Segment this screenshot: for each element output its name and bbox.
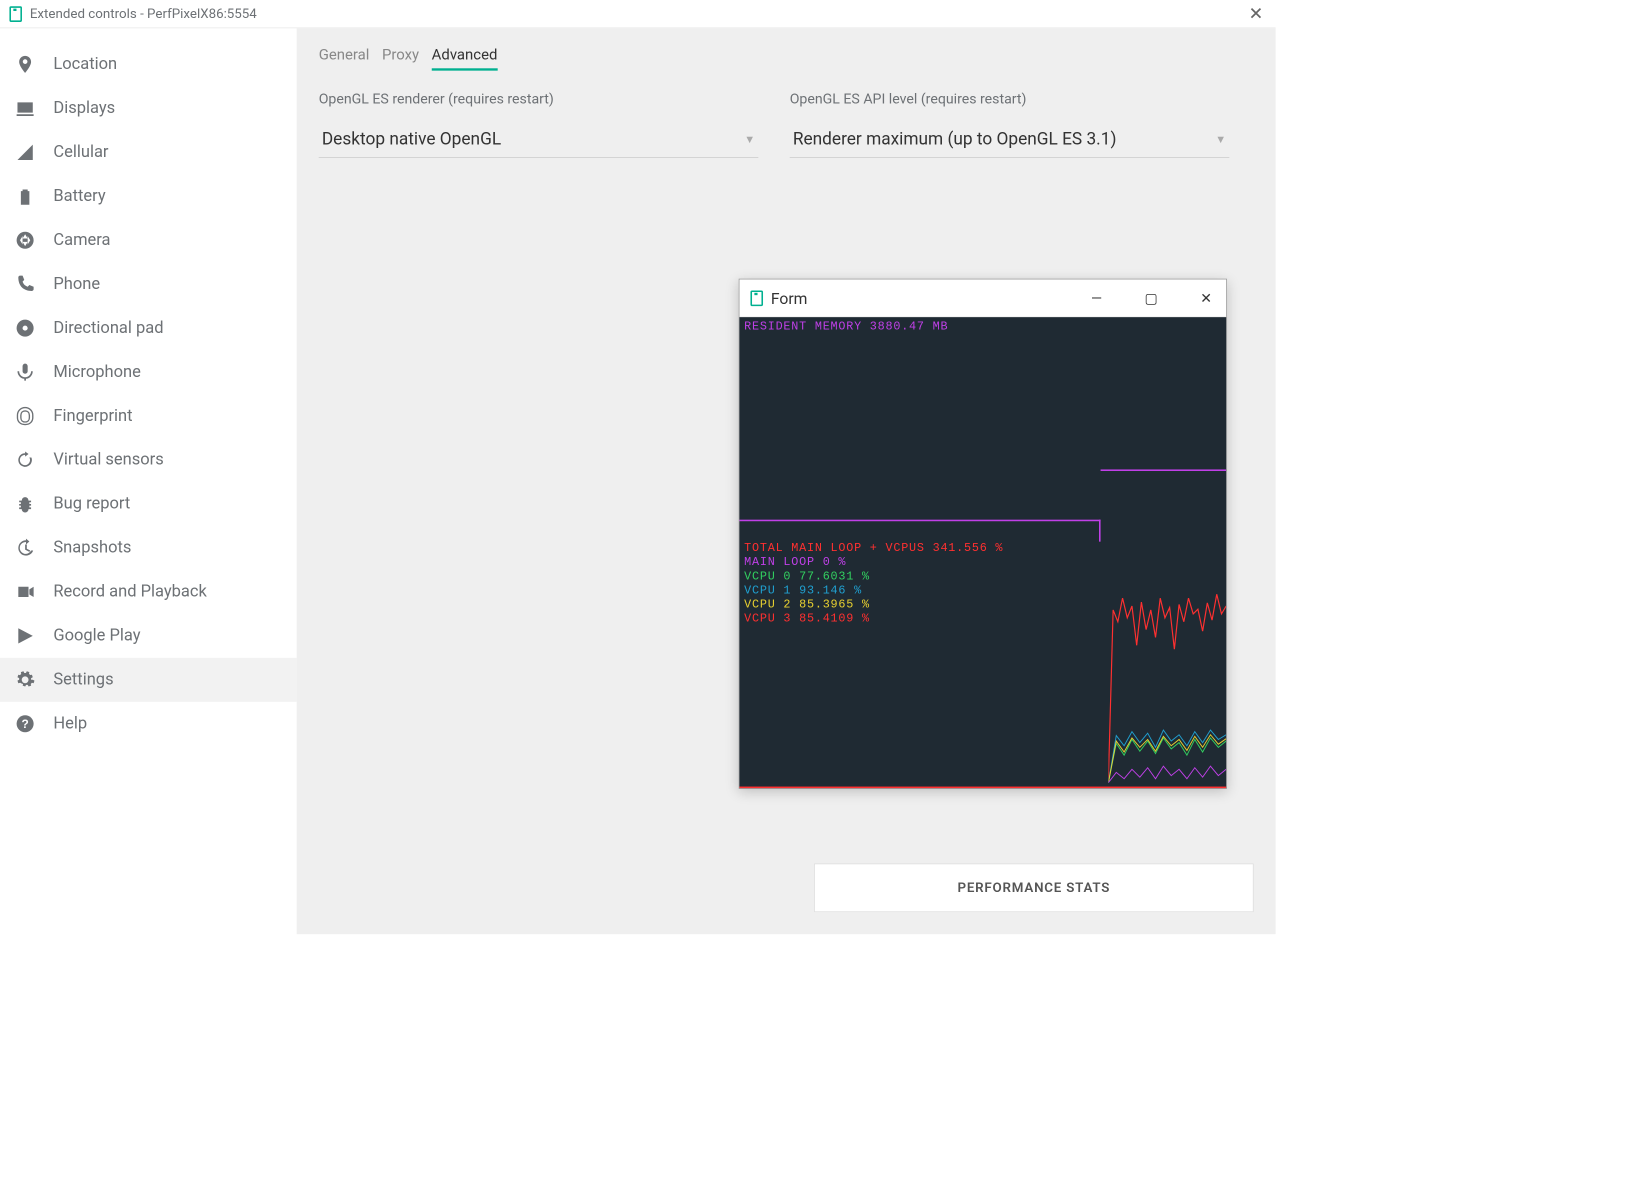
sidebar-item-label: Google Play [53, 626, 140, 645]
sidebar-item-label: Location [53, 55, 117, 74]
video-icon [14, 581, 36, 603]
perf-form-window[interactable]: Form — ▢ ✕ RESIDENT MEMORY 3880.47 MB TO… [739, 279, 1227, 789]
chevron-down-icon: ▼ [1215, 133, 1226, 146]
cpu-vcpu2: VCPU 2 85.3965 % [744, 598, 1003, 612]
cpu-total: TOTAL MAIN LOOP + VCPUS 341.556 % [744, 542, 1003, 556]
sidebar-item-label: Directional pad [53, 319, 163, 338]
sidebar-item-label: Virtual sensors [53, 451, 163, 470]
sidebar-item-phone[interactable]: Phone [0, 262, 297, 306]
maximize-icon[interactable]: ▢ [1137, 287, 1166, 310]
perf-button-label: PERFORMANCE STATS [958, 880, 1111, 896]
sidebar-item-label: Camera [53, 231, 110, 250]
memory-plot-line [739, 520, 1100, 542]
sidebar-item-label: Snapshots [53, 539, 131, 558]
sidebar-item-label: Displays [53, 99, 115, 118]
api-level-value: Renderer maximum (up to OpenGL ES 3.1) [793, 130, 1117, 150]
form-titlebar[interactable]: Form — ▢ ✕ [739, 279, 1226, 317]
renderer-setting: OpenGL ES renderer (requires restart) De… [319, 91, 759, 158]
cpu-readouts: TOTAL MAIN LOOP + VCPUS 341.556 % MAIN L… [744, 542, 1003, 627]
cpu-vcpu1: VCPU 1 93.146 % [744, 584, 1003, 598]
sidebar-item-label: Settings [53, 670, 113, 689]
play-icon [14, 625, 36, 647]
app-icon [750, 290, 763, 306]
svg-text:?: ? [21, 717, 28, 731]
help-icon: ? [14, 713, 36, 735]
sidebar-item-snapshots[interactable]: Snapshots [0, 526, 297, 570]
api-level-label: OpenGL ES API level (requires restart) [790, 91, 1230, 107]
rotate-icon [14, 449, 36, 471]
sidebar-item-label: Cellular [53, 143, 108, 162]
sidebar-item-camera[interactable]: Camera [0, 218, 297, 262]
pin-icon [14, 53, 36, 75]
fingerprint-icon [14, 405, 36, 427]
advanced-settings: OpenGL ES renderer (requires restart) De… [319, 91, 1254, 158]
renderer-label: OpenGL ES renderer (requires restart) [319, 91, 759, 107]
cpu-vcpu0: VCPU 0 77.6031 % [744, 570, 1003, 584]
sidebar-item-sensors[interactable]: Virtual sensors [0, 438, 297, 482]
sidebar-item-help[interactable]: ? Help [0, 702, 297, 746]
sidebar-item-settings[interactable]: Settings [0, 658, 297, 702]
close-icon[interactable]: ✕ [1192, 287, 1220, 310]
tabs: General Proxy Advanced [319, 46, 1254, 71]
history-icon [14, 537, 36, 559]
perf-graph: RESIDENT MEMORY 3880.47 MB TOTAL MAIN LO… [739, 317, 1226, 788]
display-icon [14, 97, 36, 119]
memory-readout: RESIDENT MEMORY 3880.47 MB [744, 320, 948, 333]
sidebar-item-label: Fingerprint [53, 407, 132, 426]
sidebar-item-cellular[interactable]: Cellular [0, 130, 297, 174]
sidebar-item-label: Record and Playback [53, 582, 206, 601]
cpu-mainloop: MAIN LOOP 0 % [744, 556, 1003, 570]
close-icon[interactable]: ✕ [1249, 5, 1263, 25]
sidebar-item-label: Phone [53, 275, 100, 294]
sidebar-item-label: Bug report [53, 495, 130, 514]
sidebar-item-location[interactable]: Location [0, 42, 297, 86]
sidebar-item-dpad[interactable]: Directional pad [0, 306, 297, 350]
sidebar: Location Displays Cellular Battery Camera Pho… [0, 28, 297, 934]
mic-icon [14, 361, 36, 383]
app-icon [9, 6, 22, 22]
form-title-text: Form [771, 288, 808, 307]
sidebar-item-record[interactable]: Record and Playback [0, 570, 297, 614]
sidebar-item-fingerprint[interactable]: Fingerprint [0, 394, 297, 438]
aperture-icon [14, 229, 36, 251]
memory-plot-line-step [1101, 469, 1227, 471]
minimize-icon[interactable]: — [1083, 287, 1110, 310]
tab-advanced[interactable]: Advanced [432, 46, 498, 71]
gear-icon [14, 669, 36, 691]
tab-general[interactable]: General [319, 46, 370, 71]
api-level-setting: OpenGL ES API level (requires restart) R… [790, 91, 1230, 158]
cpu-plot [1108, 575, 1226, 787]
bug-icon [14, 493, 36, 515]
performance-stats-button[interactable]: PERFORMANCE STATS [814, 864, 1254, 913]
sidebar-item-label: Help [53, 714, 87, 733]
api-level-dropdown[interactable]: Renderer maximum (up to OpenGL ES 3.1) ▼ [790, 122, 1230, 158]
phone-icon [14, 273, 36, 295]
window-controls: — ▢ ✕ [1083, 279, 1220, 317]
window-title: Extended controls - PerfPixelX86:5554 [30, 6, 257, 22]
titlebar: Extended controls - PerfPixelX86:5554 ✕ [0, 0, 1276, 28]
sidebar-item-displays[interactable]: Displays [0, 86, 297, 130]
renderer-value: Desktop native OpenGL [322, 130, 501, 150]
sidebar-item-battery[interactable]: Battery [0, 174, 297, 218]
sidebar-item-bugreport[interactable]: Bug report [0, 482, 297, 526]
sidebar-item-play[interactable]: Google Play [0, 614, 297, 658]
cpu-vcpu3: VCPU 3 85.4109 % [744, 612, 1003, 626]
sidebar-item-label: Battery [53, 187, 105, 206]
dpad-icon [14, 317, 36, 339]
chevron-down-icon: ▼ [744, 133, 755, 146]
sidebar-item-label: Microphone [53, 363, 140, 382]
sidebar-item-microphone[interactable]: Microphone [0, 350, 297, 394]
tab-proxy[interactable]: Proxy [382, 46, 419, 71]
signal-icon [14, 141, 36, 163]
battery-icon [14, 185, 36, 207]
renderer-dropdown[interactable]: Desktop native OpenGL ▼ [319, 122, 759, 158]
